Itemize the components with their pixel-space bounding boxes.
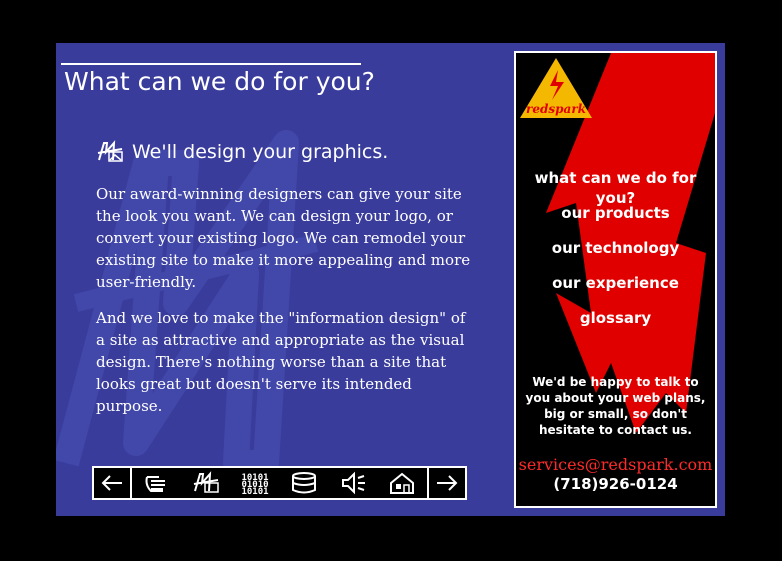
menu-item-what-can-we-do[interactable]: what can we do for you? <box>516 168 715 207</box>
nav-audio-button[interactable] <box>329 468 378 498</box>
arrow-right-icon <box>437 475 458 491</box>
hand-icon <box>145 476 165 492</box>
paragraph-information-design: And we love to make the "information des… <box>96 309 466 415</box>
menu-item-glossary[interactable]: glossary <box>516 308 715 343</box>
binary-code-icon: 10101 01010 10101 <box>241 473 268 495</box>
phone-number: (718)926-0124 <box>553 475 678 493</box>
page-title: What can we do for you? <box>64 67 375 96</box>
logo-text: redspark <box>526 102 586 116</box>
svg-text:10101: 10101 <box>241 487 268 495</box>
graphics-icon <box>193 471 219 493</box>
paragraph-design: Our award-winning designers can give you… <box>96 185 471 291</box>
previous-button[interactable] <box>94 468 132 498</box>
sidebar-menu: what can we do for you? our products our… <box>516 168 715 343</box>
title-underline <box>61 63 361 65</box>
arrow-left-icon <box>101 475 122 491</box>
bottom-navigation-bar: 10101 01010 10101 <box>92 466 467 500</box>
menu-item-our-technology[interactable]: our technology <box>516 238 715 273</box>
menu-item-our-experience[interactable]: our experience <box>516 273 715 308</box>
speaker-icon <box>342 471 366 495</box>
section-header: We'll design your graphics. <box>96 140 388 164</box>
nav-home-button[interactable] <box>378 468 427 498</box>
house-icon <box>390 472 415 494</box>
menu-item-our-products[interactable]: our products <box>516 203 715 238</box>
section-title: We'll design your graphics. <box>132 141 389 163</box>
next-button[interactable] <box>427 468 465 498</box>
nav-graphics-button[interactable] <box>181 468 230 498</box>
content-panel: What can we do for you? We'll design you… <box>56 43 725 516</box>
nav-database-button[interactable] <box>280 468 329 498</box>
email-link[interactable]: services@redspark.com <box>516 455 715 474</box>
contact-message: We'd be happy to talk to you about your … <box>525 375 706 437</box>
redspark-logo: redspark <box>520 58 592 118</box>
nav-technology-button[interactable]: 10101 01010 10101 <box>230 468 279 498</box>
database-icon <box>292 472 317 494</box>
sidebar: redspark what can we do for you? our pro… <box>514 51 717 508</box>
graphics-icon <box>97 140 123 162</box>
nav-hand-button[interactable] <box>132 468 181 498</box>
